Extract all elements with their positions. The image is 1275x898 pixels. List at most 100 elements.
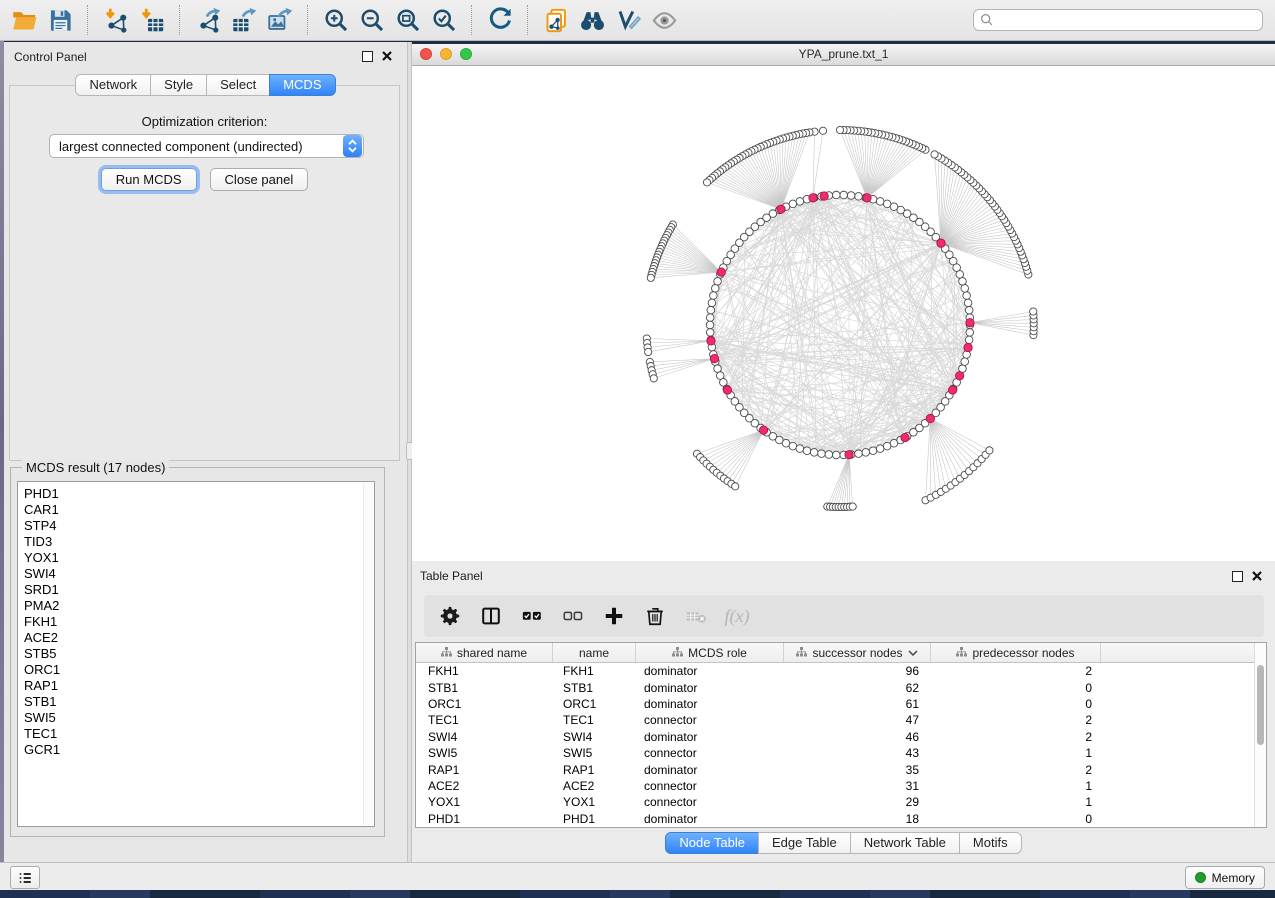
- table-tab-edge-table[interactable]: Edge Table: [758, 832, 851, 854]
- mcds-node-item[interactable]: SWI5: [18, 710, 374, 726]
- mcds-node-item[interactable]: FKH1: [18, 614, 374, 630]
- table-tab-node-table[interactable]: Node Table: [665, 832, 759, 854]
- column-header-successor-nodes[interactable]: successor nodes: [784, 643, 931, 662]
- mcds-node-item[interactable]: STB1: [18, 694, 374, 710]
- cell[interactable]: ACE2: [416, 779, 553, 793]
- zoom-in-icon[interactable]: [318, 3, 354, 37]
- cell[interactable]: 96: [784, 664, 931, 678]
- task-history-button[interactable]: [10, 866, 40, 889]
- cell[interactable]: 2: [931, 664, 1101, 678]
- float-table-panel-icon[interactable]: [1232, 571, 1243, 582]
- cell[interactable]: 1: [931, 779, 1101, 793]
- table-scrollbar-thumb[interactable]: [1257, 665, 1264, 745]
- mcds-node-item[interactable]: TID3: [18, 534, 374, 550]
- apply-layout-icon[interactable]: [482, 3, 518, 37]
- cell[interactable]: 2: [931, 763, 1101, 777]
- cell[interactable]: 31: [784, 779, 931, 793]
- cell[interactable]: TEC1: [553, 713, 636, 727]
- cell[interactable]: 62: [784, 681, 931, 695]
- search-input[interactable]: [998, 10, 1262, 30]
- mcds-node-item[interactable]: STB5: [18, 646, 374, 662]
- clone-network-icon[interactable]: [538, 3, 574, 37]
- zoom-selected-icon[interactable]: [426, 3, 462, 37]
- cell[interactable]: dominator: [636, 812, 784, 826]
- cell[interactable]: STB1: [553, 681, 636, 695]
- cell[interactable]: connector: [636, 795, 784, 809]
- mcds-node-item[interactable]: YOX1: [18, 550, 374, 566]
- zoom-fit-icon[interactable]: [390, 3, 426, 37]
- export-image-icon[interactable]: [262, 3, 298, 37]
- table-row-ACE2[interactable]: ACE2ACE2connector311: [416, 778, 1266, 794]
- table-scrollbar[interactable]: [1254, 643, 1266, 827]
- tab-network[interactable]: Network: [75, 74, 151, 96]
- select-all-icon[interactable]: [516, 600, 548, 632]
- cell[interactable]: 2: [931, 713, 1101, 727]
- cell[interactable]: SWI5: [416, 746, 553, 760]
- mcds-node-item[interactable]: RAP1: [18, 678, 374, 694]
- criterion-select[interactable]: largest connected component (undirected): [49, 134, 364, 158]
- table-row-SWI4[interactable]: SWI4SWI4dominator462: [416, 729, 1266, 745]
- open-session-icon[interactable]: [6, 3, 42, 37]
- import-network-icon[interactable]: [98, 3, 134, 37]
- validate-icon[interactable]: [610, 3, 646, 37]
- cell[interactable]: 43: [784, 746, 931, 760]
- cell[interactable]: connector: [636, 713, 784, 727]
- cell[interactable]: ORC1: [553, 697, 636, 711]
- settings-gear-icon[interactable]: [434, 600, 466, 632]
- column-header-shared-name[interactable]: shared name: [416, 643, 553, 662]
- mcds-node-item[interactable]: PHD1: [18, 486, 374, 502]
- cell[interactable]: FKH1: [553, 664, 636, 678]
- table-tab-motifs[interactable]: Motifs: [959, 832, 1022, 854]
- zoom-out-icon[interactable]: [354, 3, 390, 37]
- cell[interactable]: 29: [784, 795, 931, 809]
- table-row-FKH1[interactable]: FKH1FKH1dominator962: [416, 663, 1266, 679]
- column-view-icon[interactable]: [475, 600, 507, 632]
- show-hide-eye-icon[interactable]: [646, 3, 682, 37]
- column-header-name[interactable]: name: [553, 643, 636, 662]
- cell[interactable]: PHD1: [416, 812, 553, 826]
- search-binoculars-icon[interactable]: [574, 3, 610, 37]
- list-scrollbar[interactable]: [363, 483, 373, 825]
- mcds-node-item[interactable]: PMA2: [18, 598, 374, 614]
- cell[interactable]: 1: [931, 746, 1101, 760]
- mcds-node-item[interactable]: GCR1: [18, 742, 374, 758]
- cell[interactable]: YOX1: [553, 795, 636, 809]
- close-panel-icon[interactable]: [381, 50, 393, 62]
- table-row-ORC1[interactable]: ORC1ORC1dominator610: [416, 696, 1266, 712]
- cell[interactable]: 18: [784, 812, 931, 826]
- table-row-RAP1[interactable]: RAP1RAP1dominator352: [416, 761, 1266, 777]
- mcds-node-item[interactable]: ORC1: [18, 662, 374, 678]
- table-row-SWI5[interactable]: SWI5SWI5connector431: [416, 745, 1266, 761]
- mcds-node-item[interactable]: CAR1: [18, 502, 374, 518]
- mcds-result-list[interactable]: PHD1CAR1STP4TID3YOX1SWI4SRD1PMA2FKH1ACE2…: [17, 481, 375, 827]
- mcds-node-item[interactable]: ACE2: [18, 630, 374, 646]
- cell[interactable]: 2: [931, 730, 1101, 744]
- search-box[interactable]: [973, 9, 1263, 31]
- memory-button[interactable]: Memory: [1185, 866, 1265, 889]
- cell[interactable]: YOX1: [416, 795, 553, 809]
- cell[interactable]: RAP1: [553, 763, 636, 777]
- export-network-icon[interactable]: [190, 3, 226, 37]
- cell[interactable]: dominator: [636, 697, 784, 711]
- mcds-node-item[interactable]: TEC1: [18, 726, 374, 742]
- cell[interactable]: 35: [784, 763, 931, 777]
- cell[interactable]: SWI5: [553, 746, 636, 760]
- tab-style[interactable]: Style: [150, 74, 207, 96]
- cell[interactable]: 47: [784, 713, 931, 727]
- cell[interactable]: 0: [931, 697, 1101, 711]
- cell[interactable]: 0: [931, 681, 1101, 695]
- cell[interactable]: dominator: [636, 763, 784, 777]
- cell[interactable]: connector: [636, 779, 784, 793]
- cell[interactable]: ORC1: [416, 697, 553, 711]
- cell[interactable]: 0: [931, 812, 1101, 826]
- tab-select[interactable]: Select: [206, 74, 270, 96]
- cell[interactable]: SWI4: [416, 730, 553, 744]
- table-row-YOX1[interactable]: YOX1YOX1connector291: [416, 794, 1266, 810]
- close-panel-button[interactable]: Close panel: [210, 168, 309, 191]
- run-mcds-button[interactable]: Run MCDS: [101, 168, 197, 191]
- cell[interactable]: STB1: [416, 681, 553, 695]
- cell[interactable]: SWI4: [553, 730, 636, 744]
- column-header-predecessor-nodes[interactable]: predecessor nodes: [931, 643, 1101, 662]
- cell[interactable]: connector: [636, 746, 784, 760]
- export-table-icon[interactable]: [226, 3, 262, 37]
